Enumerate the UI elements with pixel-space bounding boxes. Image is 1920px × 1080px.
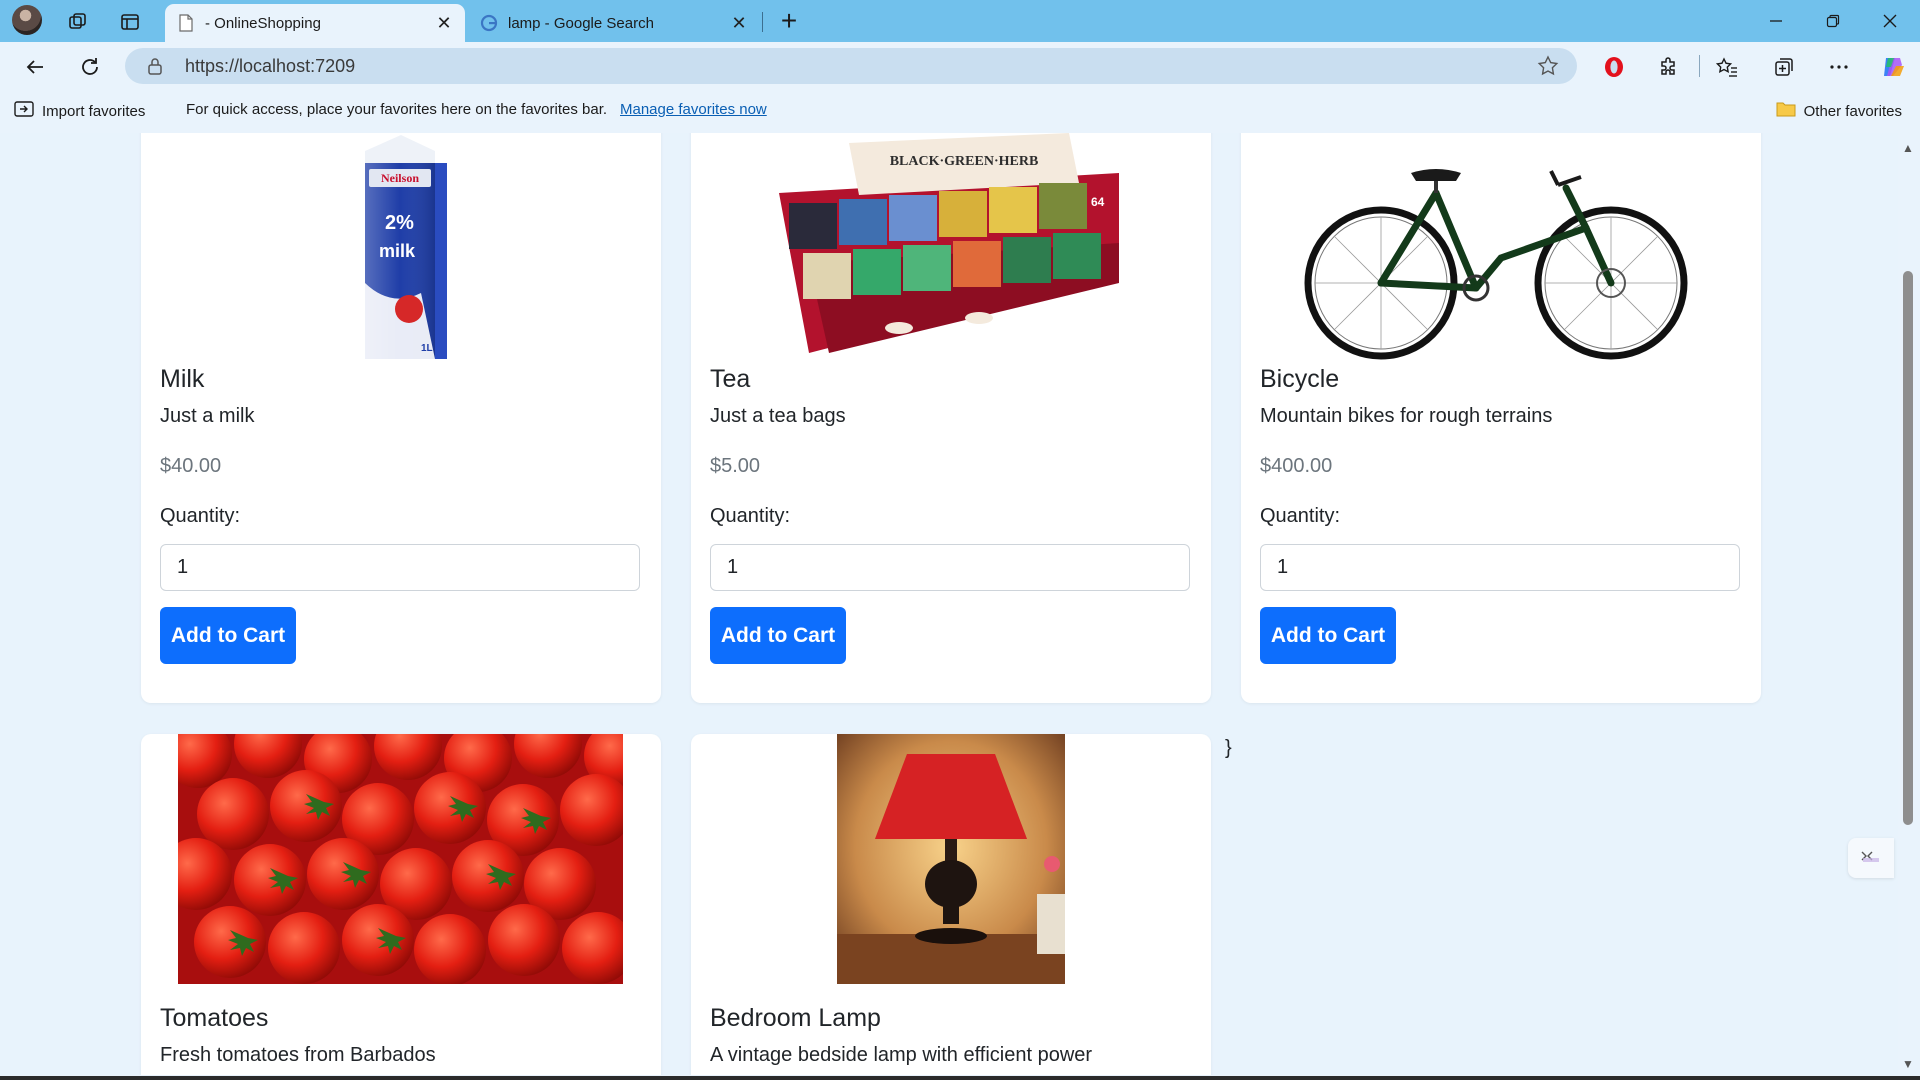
favorites-bar: Import favorites For quick access, place… <box>0 90 1920 130</box>
quantity-input[interactable]: 1 <box>160 544 640 591</box>
title-bar: - OnlineShopping ✕ lamp - Google Search … <box>0 0 1920 42</box>
product-card-milk: Neilson 2% milk 1L Milk Just a milk $40.… <box>141 133 661 703</box>
scroll-up-arrow-icon[interactable]: ▲ <box>1902 141 1914 155</box>
bedroom-lamp-image <box>837 734 1065 984</box>
product-price: $40.00 <box>160 455 222 477</box>
product-card-bicycle: Bicycle Mountain bikes for rough terrain… <box>1241 133 1761 703</box>
product-title: Tea <box>710 365 751 393</box>
vertical-tabs-icon[interactable] <box>114 6 146 38</box>
product-card-tea: BLACK·GREEN·HERB 64 Tea Just a tea bags … <box>691 133 1211 703</box>
google-icon <box>480 14 498 32</box>
profile-avatar[interactable] <box>12 5 42 35</box>
quantity-label: Quantity: <box>710 505 791 527</box>
tab-onlineshopping[interactable]: - OnlineShopping ✕ <box>165 4 465 42</box>
back-button[interactable] <box>18 50 52 84</box>
scroll-down-arrow-icon[interactable]: ▼ <box>1902 1057 1914 1071</box>
svg-text:2%: 2% <box>385 212 414 234</box>
svg-text:milk: milk <box>379 241 416 261</box>
copilot-icon[interactable] <box>1876 50 1910 84</box>
page-viewport: Neilson 2% milk 1L Milk Just a milk $40.… <box>0 133 1898 1075</box>
folder-icon <box>1776 100 1796 122</box>
refresh-button[interactable] <box>73 50 107 84</box>
product-title: Milk <box>160 365 205 393</box>
workspaces-icon[interactable] <box>62 6 94 38</box>
favorites-hint-text: For quick access, place your favorites h… <box>186 101 608 118</box>
product-description: Just a milk <box>160 405 255 427</box>
add-to-cart-button[interactable]: Add to Cart <box>710 607 846 664</box>
product-price: $400.00 <box>1260 455 1333 477</box>
product-title: Bicycle <box>1260 365 1340 393</box>
tomatoes-image <box>178 734 623 984</box>
stray-brace-text: } <box>1225 737 1232 759</box>
more-options-icon[interactable] <box>1822 50 1856 84</box>
quantity-label: Quantity: <box>160 505 241 527</box>
opera-extension-icon[interactable] <box>1597 50 1631 84</box>
svg-text:1L: 1L <box>421 343 433 354</box>
product-price: $5.00 <box>710 455 761 477</box>
milk-carton-image: Neilson 2% milk 1L <box>351 133 451 373</box>
lock-icon[interactable] <box>147 57 163 80</box>
tab-label: lamp - Google Search <box>508 14 654 32</box>
quantity-input[interactable]: 1 <box>1260 544 1740 591</box>
product-card-tomatoes: Tomatoes Fresh tomatoes from Barbados <box>141 734 661 1075</box>
tea-box-image: BLACK·GREEN·HERB 64 <box>769 133 1129 373</box>
tab-google-search[interactable]: lamp - Google Search ✕ <box>468 4 760 42</box>
tab-label: - OnlineShopping <box>205 14 321 32</box>
product-description: Fresh tomatoes from Barbados <box>160 1044 436 1066</box>
collections-icon[interactable] <box>1767 50 1801 84</box>
address-bar[interactable]: https://localhost:7209 <box>125 48 1577 84</box>
close-tab-icon[interactable]: ✕ <box>429 8 459 38</box>
bicycle-image <box>1296 133 1696 373</box>
favorite-star-icon[interactable] <box>1537 55 1559 82</box>
product-description: A vintage bedside lamp with efficient po… <box>710 1044 1093 1066</box>
extensions-icon[interactable] <box>1652 50 1686 84</box>
product-title: Tomatoes <box>160 1004 269 1032</box>
url-text[interactable]: https://localhost:7209 <box>185 56 355 77</box>
tab-separator <box>762 12 763 32</box>
navigation-bar: https://localhost:7209 <box>0 42 1920 90</box>
page-scrollbar[interactable]: ▲ ▼ <box>1898 133 1920 1075</box>
product-card-bedroom-lamp: Bedroom Lamp A vintage bedside lamp with… <box>691 734 1211 1075</box>
add-to-cart-button[interactable]: Add to Cart <box>1260 607 1396 664</box>
quantity-label: Quantity: <box>1260 505 1341 527</box>
page-icon <box>177 14 195 32</box>
scrollbar-thumb[interactable] <box>1903 271 1913 825</box>
quantity-input[interactable]: 1 <box>710 544 1190 591</box>
product-title: Bedroom Lamp <box>710 1004 881 1032</box>
product-description: Mountain bikes for rough terrains <box>1260 405 1553 427</box>
import-icon <box>14 100 34 122</box>
svg-text:Neilson: Neilson <box>381 171 419 185</box>
restore-button[interactable] <box>1805 0 1861 42</box>
favorites-icon[interactable] <box>1710 50 1744 84</box>
svg-text:64: 64 <box>1091 195 1105 209</box>
other-favorites-button[interactable]: Other favorites <box>1776 100 1902 122</box>
new-tab-button[interactable]: + <box>773 5 805 37</box>
close-tab-icon[interactable]: ✕ <box>724 8 754 38</box>
svg-text:BLACK·GREEN·HERB: BLACK·GREEN·HERB <box>890 154 1039 169</box>
add-to-cart-button[interactable]: Add to Cart <box>160 607 296 664</box>
minimize-button[interactable] <box>1748 0 1804 42</box>
import-favorites-button[interactable]: Import favorites <box>14 100 145 122</box>
sidebar-toggle-button[interactable] <box>1848 838 1894 878</box>
manage-favorites-link[interactable]: Manage favorites now <box>620 101 767 118</box>
product-description: Just a tea bags <box>710 405 846 427</box>
other-favorites-label: Other favorites <box>1803 102 1902 120</box>
close-window-button[interactable] <box>1862 0 1918 42</box>
import-favorites-label: Import favorites <box>42 102 146 120</box>
window-bottom-border <box>0 1076 1920 1080</box>
toolbar-separator <box>1699 55 1700 77</box>
expand-sidebar-icon <box>1860 849 1882 868</box>
